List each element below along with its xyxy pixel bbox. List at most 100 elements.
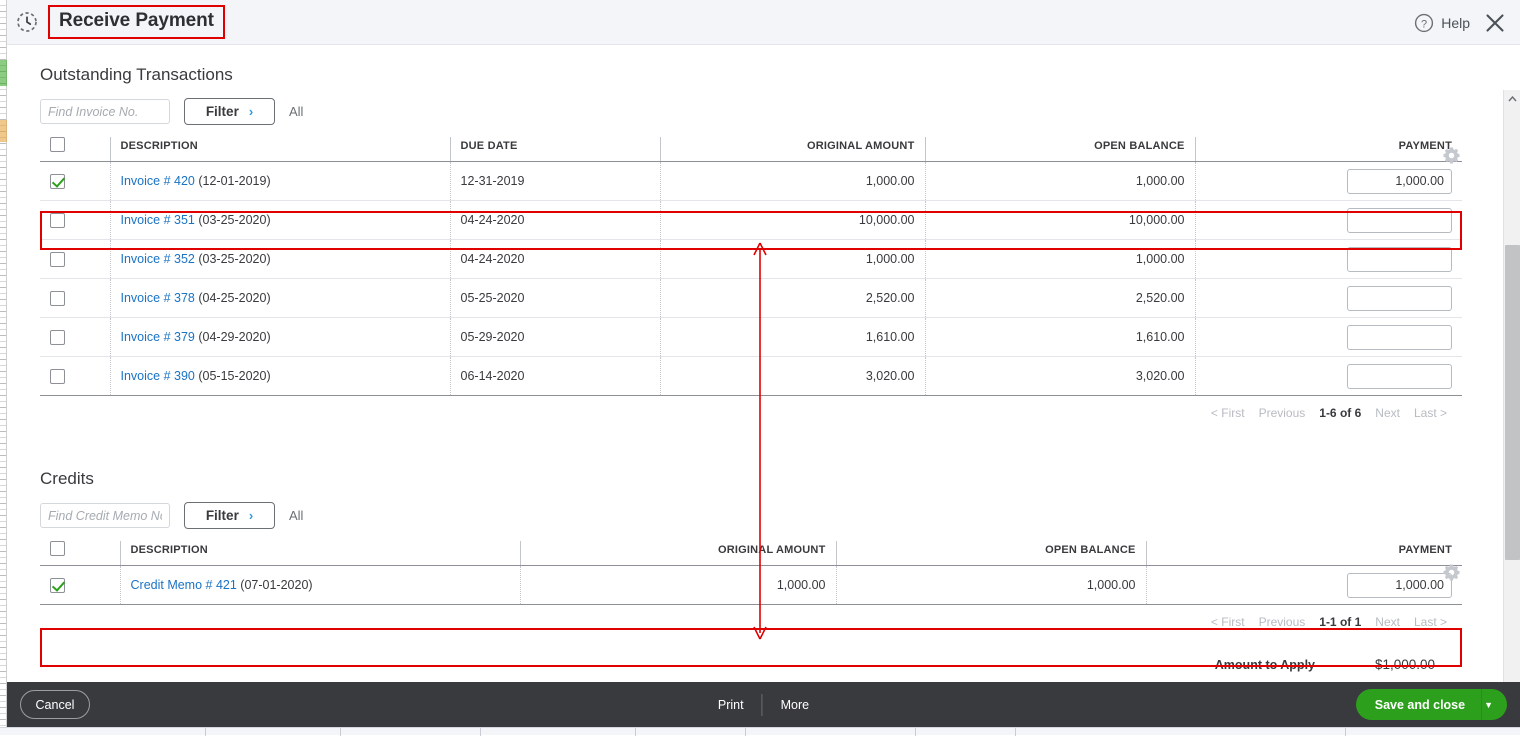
payment-input[interactable] bbox=[1347, 325, 1452, 350]
transaction-link[interactable]: Invoice # 352 bbox=[121, 252, 195, 266]
transaction-link[interactable]: Invoice # 379 bbox=[121, 330, 195, 344]
transaction-date-suffix: (03-25-2020) bbox=[198, 213, 270, 227]
credits-table: DESCRIPTION ORIGINAL AMOUNT OPEN BALANCE… bbox=[40, 541, 1462, 605]
table-row[interactable]: Invoice # 390 (05-15-2020)06-14-20203,02… bbox=[40, 357, 1462, 396]
table-row[interactable]: Invoice # 378 (04-25-2020)05-25-20202,52… bbox=[40, 279, 1462, 318]
outstanding-first-link[interactable]: < First bbox=[1211, 406, 1245, 420]
table-row[interactable]: Invoice # 351 (03-25-2020)04-24-202010,0… bbox=[40, 201, 1462, 240]
close-icon[interactable] bbox=[1484, 12, 1506, 34]
table-row[interactable]: Invoice # 352 (03-25-2020)04-24-20201,00… bbox=[40, 240, 1462, 279]
transaction-link[interactable]: Credit Memo # 421 bbox=[131, 578, 237, 592]
row-original-amount-cell: 1,000.00 bbox=[520, 566, 836, 605]
help-button[interactable]: ? Help bbox=[1414, 13, 1470, 33]
question-circle-icon: ? bbox=[1414, 13, 1434, 33]
row-checkbox[interactable] bbox=[50, 369, 65, 384]
row-select-cell bbox=[40, 357, 110, 396]
outstanding-col-open-balance: OPEN BALANCE bbox=[925, 137, 1195, 162]
transaction-date-suffix: (04-29-2020) bbox=[198, 330, 270, 344]
amount-to-apply-row: Amount to Apply $1,000.00 bbox=[7, 657, 1435, 672]
outstanding-next-link[interactable]: Next bbox=[1375, 406, 1400, 420]
page-title: Receive Payment bbox=[59, 10, 214, 31]
credits-section-title: Credits bbox=[40, 469, 1503, 489]
row-checkbox[interactable] bbox=[50, 578, 65, 593]
credits-last-link[interactable]: Last > bbox=[1414, 615, 1447, 629]
svg-text:?: ? bbox=[1421, 18, 1427, 30]
transaction-link[interactable]: Invoice # 390 bbox=[121, 369, 195, 383]
recent-history-icon[interactable] bbox=[15, 10, 39, 34]
payment-input[interactable] bbox=[1347, 573, 1452, 598]
outstanding-last-link[interactable]: Last > bbox=[1414, 406, 1447, 420]
transaction-date-suffix: (12-01-2019) bbox=[198, 174, 270, 188]
background-accent-green bbox=[0, 60, 7, 86]
credits-filter-button[interactable]: Filter › bbox=[184, 502, 275, 529]
chevron-up-icon bbox=[1508, 96, 1517, 102]
row-checkbox[interactable] bbox=[50, 252, 65, 267]
modal-content: Outstanding Transactions Filter › All bbox=[7, 45, 1503, 682]
table-row[interactable]: Invoice # 379 (04-29-2020)05-29-20201,61… bbox=[40, 318, 1462, 357]
background-page-left-strip bbox=[0, 0, 7, 735]
payment-input[interactable] bbox=[1347, 286, 1452, 311]
table-row[interactable]: Credit Memo # 421 (07-01-2020)1,000.001,… bbox=[40, 566, 1462, 605]
find-credit-memo-input[interactable] bbox=[40, 503, 170, 528]
save-options-caret-icon[interactable]: ▼ bbox=[1481, 689, 1507, 720]
payment-input[interactable] bbox=[1347, 247, 1452, 272]
save-and-close-group[interactable]: Save and close ▼ bbox=[1356, 689, 1507, 720]
table-row[interactable]: Invoice # 420 (12-01-2019)12-31-20191,00… bbox=[40, 162, 1462, 201]
outstanding-all-label: All bbox=[289, 104, 303, 119]
transaction-date-suffix: (07-01-2020) bbox=[240, 578, 312, 592]
save-and-close-button[interactable]: Save and close bbox=[1356, 689, 1481, 720]
credits-next-link[interactable]: Next bbox=[1375, 615, 1400, 629]
payment-input[interactable] bbox=[1347, 208, 1452, 233]
transaction-link[interactable]: Invoice # 420 bbox=[121, 174, 195, 188]
row-open-balance-cell: 10,000.00 bbox=[925, 201, 1195, 240]
outstanding-previous-link[interactable]: Previous bbox=[1259, 406, 1306, 420]
modal-footer: Cancel Print More Save and close ▼ bbox=[7, 682, 1520, 727]
receive-payment-modal: Receive Payment ? Help Outstanding Trans… bbox=[7, 0, 1520, 727]
outstanding-filter-button[interactable]: Filter › bbox=[184, 98, 275, 125]
credits-first-link[interactable]: < First bbox=[1211, 615, 1245, 629]
more-button[interactable]: More bbox=[763, 698, 827, 712]
payment-input[interactable] bbox=[1347, 169, 1452, 194]
row-open-balance-cell: 1,000.00 bbox=[925, 240, 1195, 279]
amount-to-apply-value: $1,000.00 bbox=[1361, 657, 1435, 672]
credits-table-body: Credit Memo # 421 (07-01-2020)1,000.001,… bbox=[40, 566, 1462, 605]
cancel-button[interactable]: Cancel bbox=[20, 690, 90, 719]
credits-previous-link[interactable]: Previous bbox=[1259, 615, 1306, 629]
credits-select-all-checkbox[interactable] bbox=[50, 541, 65, 556]
row-description-cell: Invoice # 379 (04-29-2020) bbox=[110, 318, 450, 357]
outstanding-filter-row: Filter › All bbox=[40, 98, 1503, 125]
payment-input[interactable] bbox=[1347, 364, 1452, 389]
row-description-cell: Invoice # 420 (12-01-2019) bbox=[110, 162, 450, 201]
outstanding-select-all-checkbox[interactable] bbox=[50, 137, 65, 152]
outstanding-pagination: < First Previous 1-6 of 6 Next Last > bbox=[7, 406, 1447, 420]
chevron-right-icon: › bbox=[249, 104, 253, 119]
transaction-link[interactable]: Invoice # 351 bbox=[121, 213, 195, 227]
row-open-balance-cell: 1,000.00 bbox=[925, 162, 1195, 201]
header-actions: ? Help bbox=[1414, 0, 1506, 45]
find-invoice-input[interactable] bbox=[40, 99, 170, 124]
row-checkbox[interactable] bbox=[50, 174, 65, 189]
row-checkbox[interactable] bbox=[50, 213, 65, 228]
row-original-amount-cell: 3,020.00 bbox=[660, 357, 925, 396]
outstanding-settings-button[interactable] bbox=[1442, 146, 1461, 170]
scrollbar-thumb[interactable] bbox=[1505, 245, 1520, 560]
print-button[interactable]: Print bbox=[700, 698, 762, 712]
row-payment-cell bbox=[1195, 279, 1462, 318]
page-title-highlight: Receive Payment bbox=[48, 5, 225, 39]
credits-col-description: DESCRIPTION bbox=[120, 541, 520, 566]
background-page-bottom-strip bbox=[0, 727, 1520, 735]
outstanding-col-due-date: DUE DATE bbox=[450, 137, 660, 162]
row-payment-cell bbox=[1195, 318, 1462, 357]
gear-icon bbox=[1442, 146, 1461, 165]
row-checkbox[interactable] bbox=[50, 291, 65, 306]
row-checkbox[interactable] bbox=[50, 330, 65, 345]
row-select-cell bbox=[40, 279, 110, 318]
scroll-up-button[interactable] bbox=[1504, 90, 1520, 107]
transaction-link[interactable]: Invoice # 378 bbox=[121, 291, 195, 305]
row-due-date-cell: 06-14-2020 bbox=[450, 357, 660, 396]
credits-settings-button[interactable] bbox=[1442, 563, 1461, 587]
credits-page-range: 1-1 of 1 bbox=[1319, 615, 1361, 629]
row-payment-cell bbox=[1195, 240, 1462, 279]
transaction-date-suffix: (03-25-2020) bbox=[198, 252, 270, 266]
vertical-scrollbar[interactable] bbox=[1503, 90, 1520, 682]
